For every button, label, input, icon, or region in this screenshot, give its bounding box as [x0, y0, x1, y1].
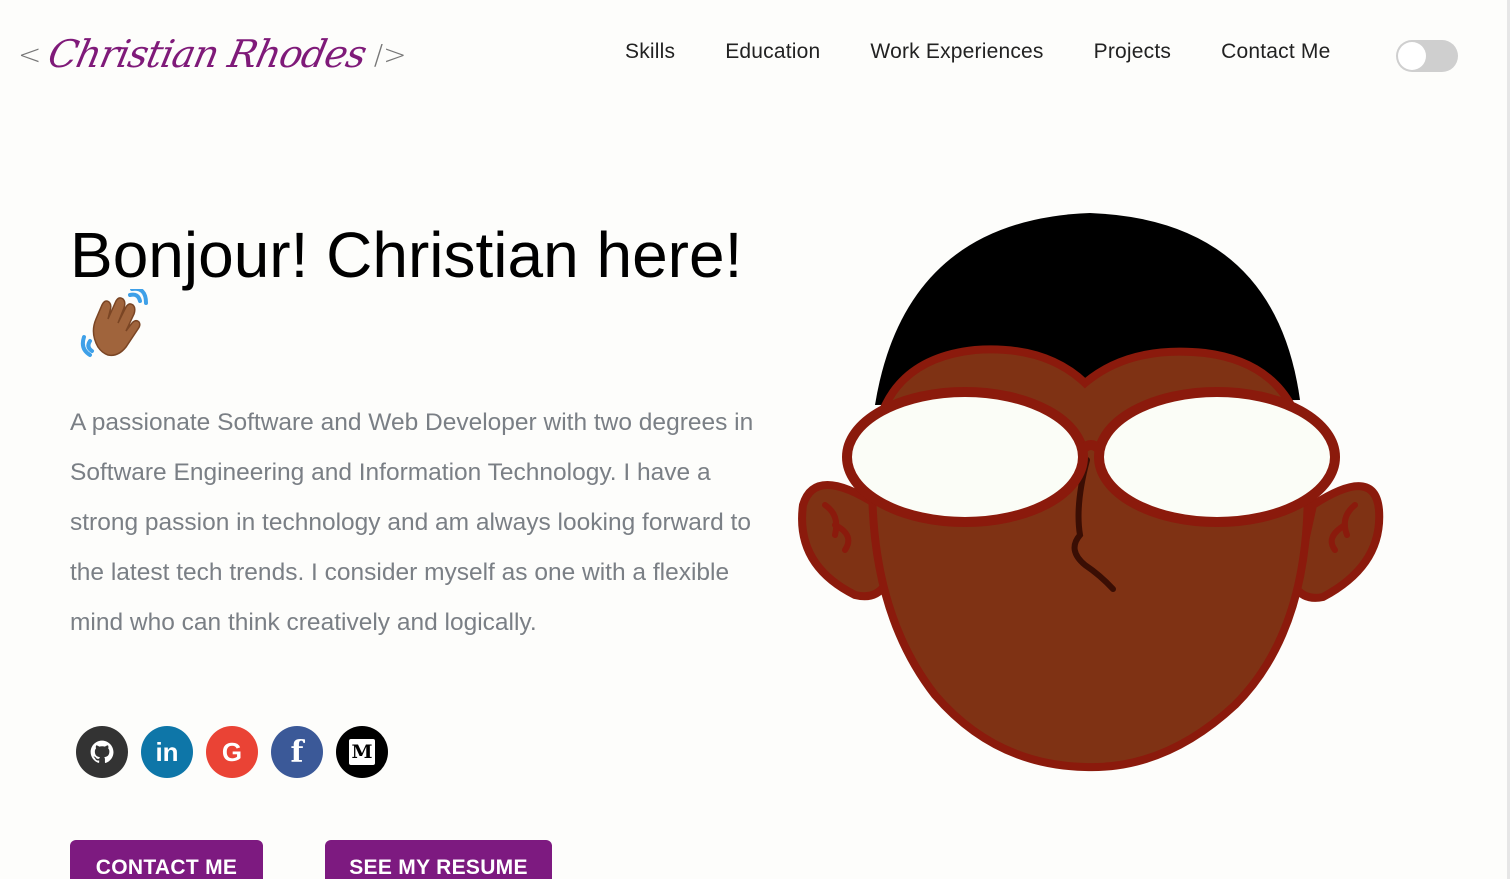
hero-description: A passionate Software and Web Developer … — [70, 409, 754, 636]
facebook-link[interactable]: f — [271, 726, 323, 778]
logo-close-bracket: /> — [373, 37, 407, 71]
google-link[interactable]: G — [206, 726, 258, 778]
medium-link[interactable]: M — [336, 726, 388, 778]
main-nav: Skills Education Work Experiences Projec… — [600, 36, 1356, 68]
google-icon: G — [221, 736, 243, 767]
nav-education[interactable]: Education — [700, 36, 845, 68]
theme-toggle[interactable] — [1396, 40, 1458, 72]
logo-signature: Christian Rhodes — [44, 32, 371, 76]
logo-open-bracket: < — [18, 37, 42, 71]
social-links: in G f M — [76, 726, 388, 778]
toggle-knob — [1398, 42, 1426, 70]
waving-hand-icon — [80, 286, 150, 359]
medium-glyph: M — [351, 741, 373, 763]
nav-projects[interactable]: Projects — [1069, 36, 1196, 68]
nav-contact-me[interactable]: Contact Me — [1196, 36, 1355, 68]
medium-icon: M — [349, 739, 375, 765]
github-link[interactable] — [76, 726, 128, 778]
facebook-icon: f — [290, 734, 304, 770]
linkedin-link[interactable]: in — [141, 726, 193, 778]
avatar-face-icon — [798, 213, 1384, 772]
contact-me-button[interactable]: CONTACT ME — [70, 840, 263, 879]
linkedin-icon: in — [155, 736, 179, 767]
page: < Christian Rhodes /> Skills Education W… — [0, 0, 1510, 879]
hero-greeting: Bonjour! Christian here! — [70, 219, 743, 291]
nav-skills[interactable]: Skills — [600, 36, 700, 68]
github-icon — [90, 740, 114, 763]
nav-work-experiences[interactable]: Work Experiences — [845, 36, 1068, 68]
see-resume-button[interactable]: SEE MY RESUME — [325, 840, 552, 879]
site-logo[interactable]: < Christian Rhodes /> — [18, 26, 407, 82]
avatar-illustration — [795, 205, 1395, 785]
hero-title: Bonjour! Christian here! — [70, 220, 770, 365]
